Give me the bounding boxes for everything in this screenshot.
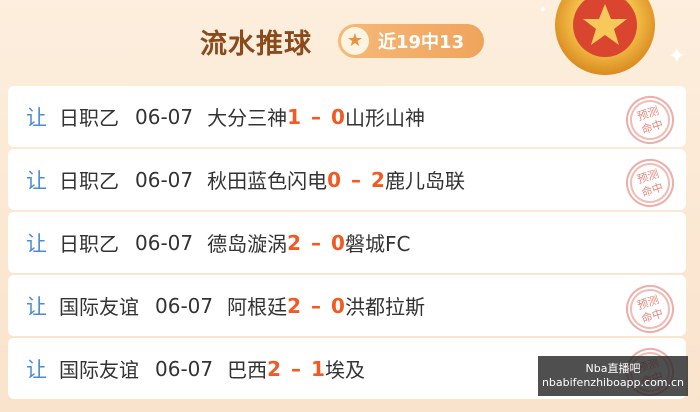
score-dash: – <box>311 293 322 318</box>
hit-rate-badge: ★ 近19中13 <box>338 24 484 58</box>
watermark-line1: Nba直播吧 <box>585 362 641 375</box>
league-name: 日职乙 <box>59 169 119 193</box>
away-score: 0 <box>331 104 345 129</box>
handicap-tag: 让 <box>26 357 47 382</box>
sparkle-icon: ✦ <box>667 44 686 69</box>
home-team: 巴西 <box>227 358 268 382</box>
away-score: 0 <box>331 293 345 318</box>
prediction-list: 让 日职乙 06-07 大分三神 1 – 0 山形山神 预测 命中 让 日职乙 … <box>8 86 686 401</box>
match-date: 06-07 <box>135 104 194 129</box>
away-team: 洪都拉斯 <box>344 295 425 319</box>
prediction-hit-stamp: 预测 命中 <box>626 285 674 333</box>
prediction-hit-stamp: 预测 命中 <box>626 159 674 207</box>
star-icon: ★ <box>341 27 369 55</box>
away-team: 山形山神 <box>344 106 425 130</box>
home-team: 阿根廷 <box>227 295 288 319</box>
medal-icon <box>555 0 655 75</box>
home-score: 2 <box>267 356 282 381</box>
match-date: 06-07 <box>135 230 194 255</box>
handicap-tag: 让 <box>26 105 47 130</box>
league-name: 国际友谊 <box>59 295 139 319</box>
handicap-tag: 让 <box>26 231 47 256</box>
home-team: 秋田蓝色闪电 <box>207 169 328 193</box>
header: 流水推球 ★ 近19中13 ✦ ✦ <box>0 0 700 82</box>
score-dash: – <box>311 230 322 255</box>
list-item[interactable]: 让 日职乙 06-07 大分三神 1 – 0 山形山神 预测 命中 <box>8 86 686 147</box>
sparkle-icon: ✦ <box>538 5 547 16</box>
match-date: 06-07 <box>155 293 214 318</box>
away-team: 磐城FC <box>344 232 411 256</box>
list-item[interactable]: 让 日职乙 06-07 秋田蓝色闪电 0 – 2 鹿儿岛联 预测 命中 <box>8 149 686 210</box>
list-item[interactable]: 让 日职乙 06-07 德岛漩涡 2 – 0 磐城FC <box>8 212 686 273</box>
league-name: 国际友谊 <box>59 358 139 382</box>
hit-rate-text: 近19中13 <box>378 32 465 53</box>
home-score: 2 <box>287 293 302 318</box>
match-date: 06-07 <box>155 356 214 381</box>
away-team: 鹿儿岛联 <box>384 169 465 193</box>
score-dash: – <box>291 356 302 381</box>
league-name: 日职乙 <box>59 232 119 256</box>
home-score: 0 <box>327 167 342 192</box>
score-dash: – <box>311 104 322 129</box>
away-team: 埃及 <box>324 358 365 382</box>
handicap-tag: 让 <box>26 294 47 319</box>
home-score: 2 <box>287 230 302 255</box>
match-date: 06-07 <box>135 167 194 192</box>
watermark-line2: nbabifenzhiboapp.com.cn <box>541 376 685 389</box>
home-team: 大分三神 <box>207 106 288 130</box>
prediction-hit-stamp: 预测 命中 <box>626 96 674 144</box>
page-title: 流水推球 <box>200 29 312 60</box>
away-score: 0 <box>331 230 345 255</box>
away-score: 2 <box>371 167 385 192</box>
handicap-tag: 让 <box>26 168 47 193</box>
score-dash: – <box>351 167 362 192</box>
home-score: 1 <box>287 104 302 129</box>
league-name: 日职乙 <box>59 106 119 130</box>
list-item[interactable]: 让 国际友谊 06-07 阿根廷 2 – 0 洪都拉斯 预测 命中 <box>8 275 686 336</box>
away-score: 1 <box>311 356 325 381</box>
home-team: 德岛漩涡 <box>207 232 288 256</box>
watermark: Nba直播吧 nbabifenzhiboapp.com.cn <box>538 356 688 396</box>
